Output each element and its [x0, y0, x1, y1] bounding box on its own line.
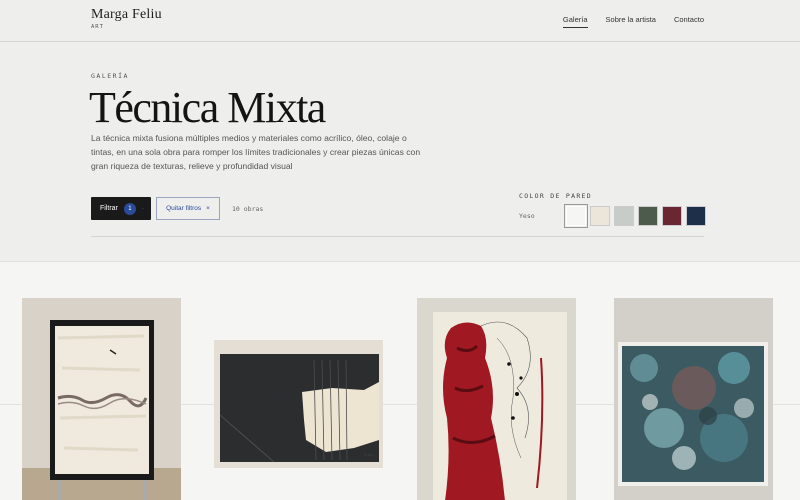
- filter-button-label: Filtrar: [100, 205, 118, 212]
- swatch-yeso[interactable]: [564, 204, 588, 228]
- swatch-verde[interactable]: [638, 206, 658, 226]
- brand-name: Marga Feliu: [91, 7, 162, 22]
- page-description: La técnica mixta fusiona múltiples medio…: [91, 133, 421, 171]
- nav-item-contacto[interactable]: Contacto: [674, 15, 704, 28]
- artwork-4-image: [614, 298, 773, 500]
- nav-item-sobre-la-artista[interactable]: Sobre la artista: [606, 15, 656, 28]
- artwork-2[interactable]: firma: [214, 340, 383, 468]
- filter-dot: ·: [141, 205, 144, 212]
- artwork-1[interactable]: [22, 298, 181, 500]
- clear-filters-label: Quitar filtros: [166, 205, 202, 212]
- wall-color-title: COLOR DE PARED: [519, 192, 592, 200]
- brand-subtitle: ART: [91, 24, 104, 30]
- swatch-azul[interactable]: [686, 206, 706, 226]
- swatch-gris[interactable]: [614, 206, 634, 226]
- divider: [91, 236, 704, 237]
- section-eyebrow: GALERÍA: [91, 72, 129, 80]
- results-count: 10 obras: [232, 205, 264, 213]
- main-nav: Galería Sobre la artista Contacto: [562, 15, 704, 28]
- wall-color-swatches: [564, 204, 706, 228]
- nav-item-galeria[interactable]: Galería: [562, 15, 588, 28]
- artwork-gallery: firma: [0, 261, 800, 500]
- artwork-2-image: firma: [214, 340, 383, 468]
- filter-button[interactable]: Filtrar 1 ·: [91, 197, 151, 220]
- brand-logo[interactable]: Marga Feliu ART: [91, 7, 162, 30]
- artwork-3-image: [417, 298, 576, 500]
- swatch-crema[interactable]: [590, 206, 610, 226]
- swatch-granate[interactable]: [662, 206, 682, 226]
- artwork-1-image: [22, 298, 181, 500]
- artwork-3[interactable]: [417, 298, 576, 500]
- site-header: Marga Feliu ART Galería Sobre la artista…: [0, 0, 800, 42]
- filter-count-badge: 1: [123, 202, 136, 215]
- artwork-4[interactable]: [614, 298, 773, 500]
- page-title: Técnica Mixta: [89, 83, 326, 132]
- wall-color-value: Yeso: [519, 212, 535, 220]
- close-icon: ×: [206, 205, 210, 212]
- clear-filters-button[interactable]: Quitar filtros ×: [156, 197, 220, 220]
- svg-text:firma: firma: [364, 452, 373, 457]
